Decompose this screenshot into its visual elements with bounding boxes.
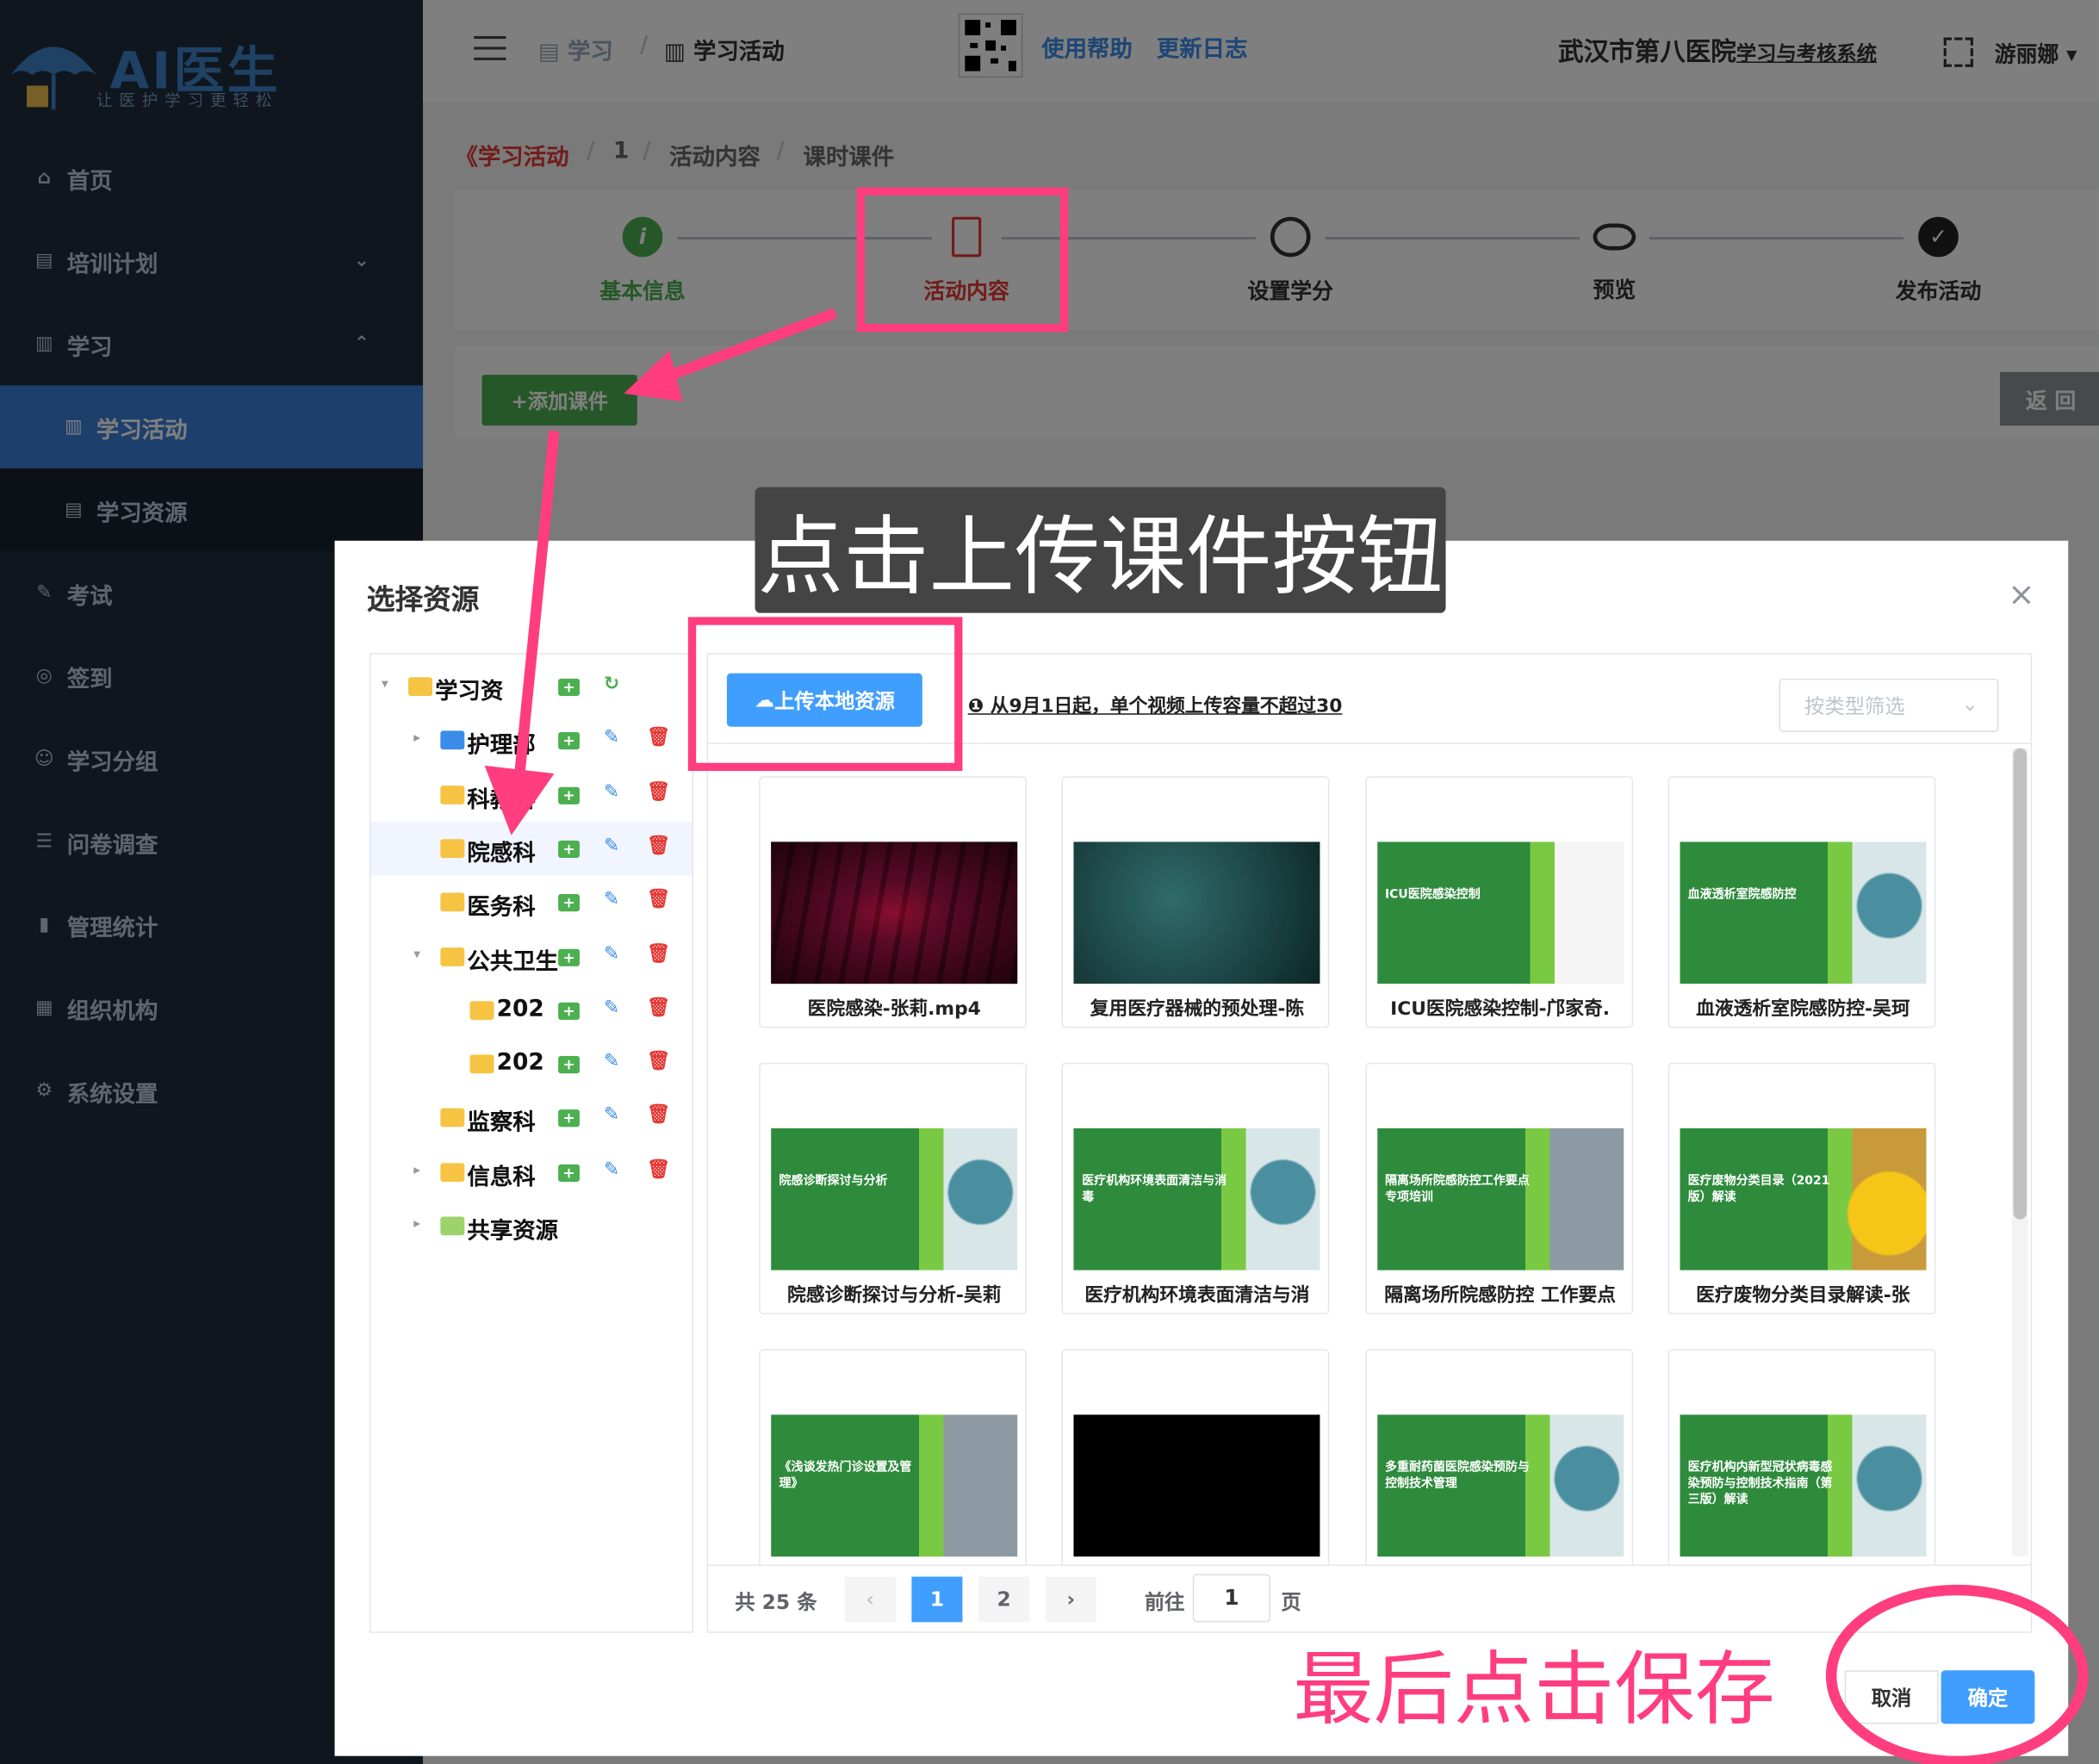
- annotation-caption-upload: 点击上传课件按钮: [755, 487, 1446, 613]
- annotation-arrows: [484, 307, 2089, 1764]
- annotation-caption-save: 最后点击保存: [1293, 1643, 1775, 1737]
